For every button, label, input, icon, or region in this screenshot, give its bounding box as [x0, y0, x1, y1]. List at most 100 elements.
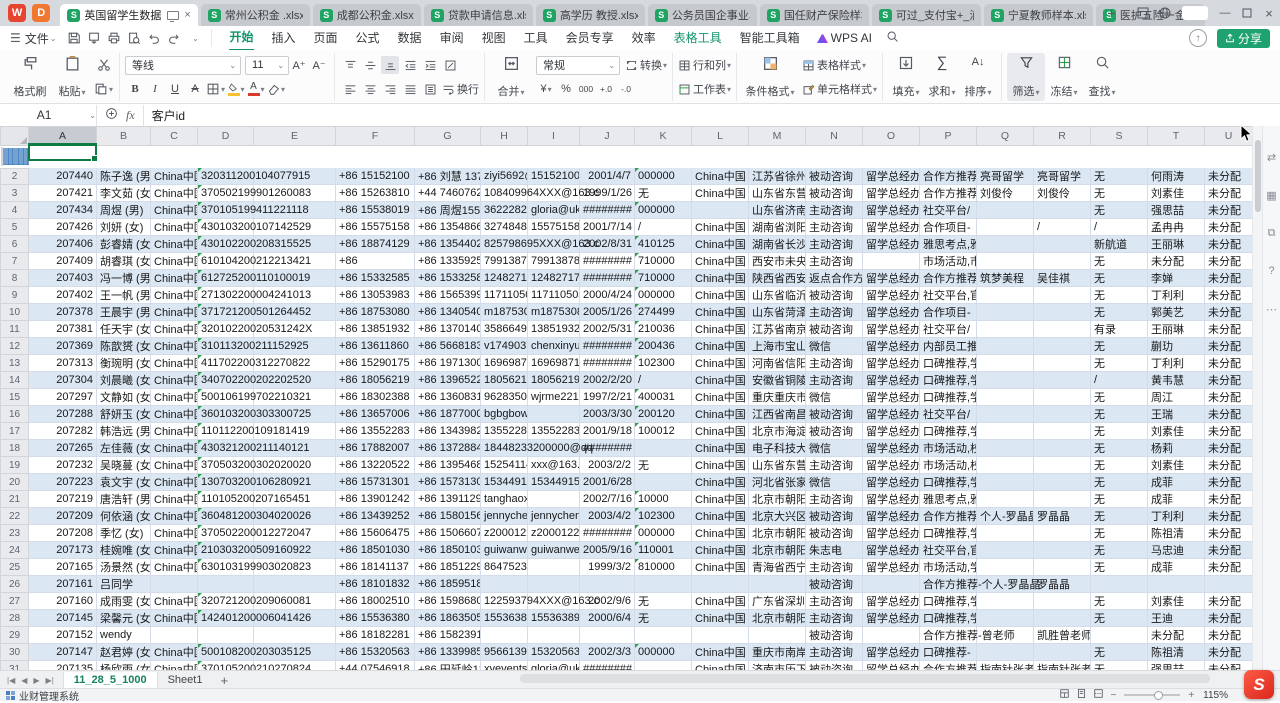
cell-P17[interactable]: 口碑推荐,学 [920, 423, 977, 440]
fill-button[interactable]: 填充▾ [888, 53, 924, 101]
cell-A13[interactable]: 207313 [29, 355, 97, 372]
align-right-icon[interactable] [381, 80, 399, 98]
cell-T27[interactable]: 刘素佳 [1148, 593, 1205, 610]
cell-Q24[interactable] [977, 542, 1034, 559]
cell-P18[interactable]: 市场活动,校 [920, 440, 977, 457]
row-header-2[interactable]: 2 [1, 168, 29, 185]
cell-O30[interactable]: 留学总经办 [863, 644, 920, 661]
cell-R25[interactable] [1034, 559, 1091, 576]
cell-C21[interactable]: China中国 [151, 491, 198, 508]
underline-button[interactable]: U [166, 80, 184, 98]
cell-H14[interactable]: 180562199 [481, 372, 528, 389]
row-header-4[interactable]: 4 [1, 202, 29, 219]
cell-H4[interactable]: 362228235 [481, 202, 528, 219]
cell-F16[interactable]: +86 13657006 [336, 406, 415, 423]
cell-C5[interactable]: China中国 [151, 219, 198, 236]
cell-O24[interactable]: 留学总经办 [863, 542, 920, 559]
row-header-13[interactable]: 13 [1, 355, 29, 372]
cell-I20[interactable]: 153449155 [528, 474, 580, 491]
cell-D18[interactable]: 430321200211140121 [198, 440, 254, 457]
cell-K6[interactable]: 410125 [635, 236, 692, 253]
cell-R16[interactable] [1034, 406, 1091, 423]
cell-T25[interactable]: 成菲 [1148, 559, 1205, 576]
cell-Q7[interactable] [977, 253, 1034, 270]
menu-item-效率[interactable]: 效率 [632, 27, 656, 50]
cell-R11[interactable] [1034, 321, 1091, 338]
cell-P25[interactable]: 市场活动,学 [920, 559, 977, 576]
cell-O22[interactable]: 留学总经办 [863, 508, 920, 525]
cell-T3[interactable]: 刘素佳 [1148, 185, 1205, 202]
cell-P4[interactable]: 社交平台/ [920, 202, 977, 219]
row-header-24[interactable]: 24 [1, 542, 29, 559]
cell-S5[interactable]: / [1091, 219, 1148, 236]
menu-item-工具[interactable]: 工具 [524, 27, 548, 50]
cell-O15[interactable]: 留学总经办 [863, 389, 920, 406]
cell-A14[interactable]: 207304 [29, 372, 97, 389]
cell-S15[interactable]: 无 [1091, 389, 1148, 406]
cell-K18[interactable] [635, 440, 692, 457]
cell-J25[interactable]: 1999/3/2 [580, 559, 635, 576]
close-button[interactable]: × [1258, 3, 1280, 23]
cell-H27[interactable]: 122593794XXX@163.c [481, 593, 528, 610]
row-header-29[interactable]: 29 [1, 627, 29, 644]
cell-F8[interactable]: +86 15332585 [336, 270, 415, 287]
cell-J20[interactable]: 2001/6/28 [580, 474, 635, 491]
align-center-icon[interactable] [361, 80, 379, 98]
horizontal-scrollbar-thumb[interactable] [520, 674, 1210, 683]
cell-J2[interactable]: 2001/4/7 [580, 168, 635, 185]
cell-L26[interactable] [692, 576, 749, 593]
cell-G14[interactable]: +86 1396522100 [415, 372, 481, 389]
cell-F7[interactable]: +86 [336, 253, 415, 270]
zoom-out-button[interactable]: − [1110, 690, 1116, 701]
cell-G24[interactable]: +86 1850103098 [415, 542, 481, 559]
row-header-16[interactable]: 16 [1, 406, 29, 423]
cell-I4[interactable]: gloria@uk [528, 202, 580, 219]
cell-B9[interactable]: 王一帆 (男) [97, 287, 151, 304]
cell-U23[interactable]: 未分配 [1205, 525, 1253, 542]
cell-H22[interactable]: jennychen [481, 508, 528, 525]
cell-I29[interactable] [528, 627, 580, 644]
cell-C12[interactable]: China中国 [151, 338, 198, 355]
cell-N27[interactable]: 主动咨询 [806, 593, 863, 610]
cell-D6[interactable]: 430102200208315525 [198, 236, 254, 253]
cell-S17[interactable]: 无 [1091, 423, 1148, 440]
menu-item-会员专享[interactable]: 会员专享 [566, 27, 614, 50]
taskbar-app[interactable]: 业财管理系统 [6, 688, 79, 703]
cell-M21[interactable]: 北京市朝阳 [749, 491, 806, 508]
cell-L11[interactable]: China中国 [692, 321, 749, 338]
cell-L3[interactable]: China中国 [692, 185, 749, 202]
cell-L20[interactable]: China中国 [692, 474, 749, 491]
format-painter-button[interactable]: 格式刷 [9, 53, 51, 101]
col-header-P[interactable]: P [920, 127, 977, 146]
cell-L17[interactable]: China中国 [692, 423, 749, 440]
cell-I24[interactable]: guiwanwei [528, 542, 580, 559]
cell-D30[interactable]: 500108200203035125 [198, 644, 254, 661]
cell-K22[interactable]: 102300 [635, 508, 692, 525]
cell-C10[interactable]: China中国 [151, 304, 198, 321]
cell-Q14[interactable] [977, 372, 1034, 389]
cell-L12[interactable]: China中国 [692, 338, 749, 355]
cell-N26[interactable]: 被动咨询 [806, 576, 863, 593]
cell-J12[interactable]: ######## [580, 338, 635, 355]
cell-P11[interactable]: 社交平台/ [920, 321, 977, 338]
cell-Q17[interactable] [977, 423, 1034, 440]
cell-G27[interactable]: +86 1598680231 [415, 593, 481, 610]
conditional-format-button[interactable]: 条件格式▾ [742, 53, 798, 101]
cell-P19[interactable]: 市场活动,校 [920, 457, 977, 474]
cell-P12[interactable]: 内部员工推 [920, 338, 977, 355]
cell-P15[interactable]: 口碑推荐,学 [920, 389, 977, 406]
cell-U29[interactable]: 未分配 [1205, 627, 1253, 644]
cell-C6[interactable]: China中国 [151, 236, 198, 253]
cell-M10[interactable]: 山东省菏泽 [749, 304, 806, 321]
cell-D10[interactable]: 371721200501264452 [198, 304, 254, 321]
row-header-20[interactable]: 20 [1, 474, 29, 491]
cell-L16[interactable]: China中国 [692, 406, 749, 423]
cell-S25[interactable]: 无 [1091, 559, 1148, 576]
cell-S9[interactable]: 无 [1091, 287, 1148, 304]
col-header-D[interactable]: D [198, 127, 254, 146]
decrease-decimal-icon[interactable]: -.0 [617, 80, 635, 98]
cell-N5[interactable]: 主动咨询 [806, 219, 863, 236]
undo-icon[interactable] [144, 29, 164, 47]
cell-J10[interactable]: 2005/1/26 [580, 304, 635, 321]
cell-S19[interactable]: 无 [1091, 457, 1148, 474]
